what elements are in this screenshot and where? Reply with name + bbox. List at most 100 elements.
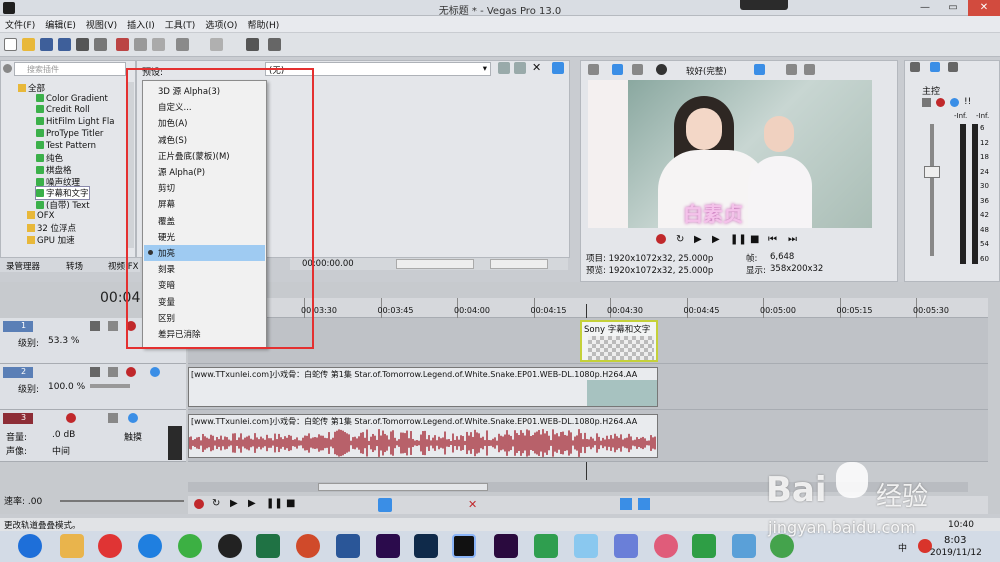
plugin-tree-item[interactable]: 全部 bbox=[18, 82, 45, 94]
app-icon-pinwheel[interactable] bbox=[654, 534, 678, 558]
menu-edit[interactable]: 编辑(E) bbox=[40, 16, 81, 31]
track-fx-icon[interactable] bbox=[108, 321, 118, 331]
loop-icon[interactable]: ↻ bbox=[676, 234, 684, 245]
rate-slider[interactable] bbox=[60, 500, 184, 502]
new-icon[interactable] bbox=[4, 38, 17, 51]
normal-edit-tool-icon[interactable] bbox=[378, 498, 392, 512]
play-from-start-icon[interactable]: ▶ bbox=[694, 234, 702, 245]
render-icon[interactable] bbox=[76, 38, 89, 51]
master-mute-icon[interactable] bbox=[950, 98, 959, 107]
stop-icon[interactable]: ■ bbox=[750, 234, 759, 245]
record-icon[interactable] bbox=[194, 499, 204, 509]
premiere-icon[interactable] bbox=[494, 534, 518, 558]
maximize-button[interactable]: ▭ bbox=[940, 0, 966, 16]
vegas-taskbar-icon[interactable] bbox=[452, 534, 476, 558]
plugin-tree-item[interactable]: Color Gradient bbox=[36, 93, 108, 104]
downmix-icon[interactable] bbox=[930, 62, 940, 72]
track-fx-icon[interactable] bbox=[108, 413, 118, 423]
plugin-tree-item[interactable]: Credit Roll bbox=[36, 105, 90, 115]
scroll-thumb[interactable] bbox=[318, 483, 488, 491]
menu-view[interactable]: 视图(V) bbox=[81, 16, 122, 31]
overlays-icon[interactable] bbox=[656, 64, 667, 75]
text-clip[interactable]: Sony 字幕和文字 bbox=[580, 320, 658, 362]
plugin-tree-item[interactable]: 棋盘格 bbox=[36, 164, 72, 176]
tool-icon[interactable] bbox=[268, 38, 281, 51]
dim-icon[interactable] bbox=[948, 62, 958, 72]
save-preset-icon[interactable] bbox=[498, 62, 510, 74]
track-fx-icon[interactable] bbox=[108, 367, 118, 377]
plugin-tree-item[interactable]: (自带) Text bbox=[36, 199, 90, 211]
trimmer-in-field[interactable] bbox=[396, 259, 474, 269]
trimmer-out-field[interactable] bbox=[490, 259, 548, 269]
grid-icon[interactable] bbox=[754, 64, 765, 75]
plugin-tree-item[interactable]: 纯色 bbox=[36, 152, 63, 164]
play-icon[interactable]: ▶ bbox=[248, 498, 256, 509]
pause-icon[interactable]: ❚❚ bbox=[266, 498, 283, 509]
track-level-value[interactable]: 53.3 % bbox=[48, 336, 79, 346]
cut-icon[interactable] bbox=[116, 38, 129, 51]
menu-file[interactable]: 文件(F) bbox=[0, 16, 40, 31]
video-clip[interactable]: [www.TTxunlei.com]小戏骨：白蛇传 第1集 Star.of.To… bbox=[188, 367, 658, 407]
brush-icon[interactable] bbox=[246, 38, 259, 51]
split-screen-icon[interactable] bbox=[632, 64, 643, 75]
plugin-tree-item[interactable]: OFX bbox=[27, 210, 54, 221]
open-icon[interactable] bbox=[22, 38, 35, 51]
close-icon[interactable]: ✕ bbox=[532, 62, 541, 74]
app-icon-check[interactable] bbox=[692, 534, 716, 558]
volume-value[interactable]: .0 dB bbox=[52, 430, 75, 440]
menu-options[interactable]: 选项(O) bbox=[200, 16, 242, 31]
play-from-start-icon[interactable]: ▶ bbox=[230, 498, 238, 509]
plugin-tree-item[interactable]: GPU 加速 bbox=[27, 234, 75, 246]
plugin-tree-item[interactable]: 字幕和文字 bbox=[35, 186, 90, 201]
master-fx-icon[interactable] bbox=[922, 98, 931, 107]
app-icon-bluebird[interactable] bbox=[574, 534, 598, 558]
automation-mode[interactable]: 触摸 bbox=[124, 430, 142, 443]
master-solo-icon[interactable]: !! bbox=[964, 97, 971, 107]
save-icon[interactable] bbox=[40, 38, 53, 51]
playback-rate[interactable]: 速率: .00 bbox=[4, 494, 42, 507]
stop-icon[interactable]: ■ bbox=[286, 498, 295, 509]
loop-icon[interactable]: ↻ bbox=[212, 498, 220, 509]
track-motion-icon[interactable] bbox=[90, 321, 100, 331]
powerpoint-icon[interactable] bbox=[296, 534, 320, 558]
redo-icon[interactable] bbox=[210, 38, 223, 51]
plugin-tree-item[interactable]: Test Pattern bbox=[36, 140, 96, 151]
kugou-icon[interactable] bbox=[138, 534, 162, 558]
track-motion-icon[interactable] bbox=[90, 367, 100, 377]
word-icon[interactable] bbox=[336, 534, 360, 558]
record-icon[interactable] bbox=[656, 234, 666, 244]
ime-language[interactable]: 中 bbox=[898, 541, 907, 554]
pause-icon[interactable]: ❚❚ bbox=[730, 234, 747, 245]
tab-transitions[interactable]: 转场 bbox=[66, 260, 83, 272]
master-settings-icon[interactable] bbox=[936, 98, 945, 107]
copy-icon[interactable] bbox=[134, 38, 147, 51]
tab-project-media[interactable]: 录管理器 bbox=[6, 260, 40, 272]
track-header-3[interactable]: 3 音量: .0 dB 声像: 中间 触摸 bbox=[0, 410, 186, 462]
close-button[interactable]: ✕ bbox=[968, 0, 1000, 16]
snapping-icon[interactable] bbox=[620, 498, 632, 510]
track-header-2[interactable]: 2 级别: 100.0 % bbox=[0, 364, 186, 410]
audio-clip[interactable]: [www.TTxunlei.com]小戏骨：白蛇传 第1集 Star.of.To… bbox=[188, 414, 658, 458]
toolbar-pin[interactable] bbox=[740, 0, 788, 10]
app-icon-feather[interactable] bbox=[614, 534, 638, 558]
pan-value[interactable]: 中间 bbox=[52, 444, 70, 457]
copy-snapshot-icon[interactable] bbox=[786, 64, 797, 75]
app-icon-green[interactable] bbox=[534, 534, 558, 558]
menu-insert[interactable]: 插入(I) bbox=[122, 16, 160, 31]
plugin-tree-item[interactable]: HitFilm Light Fla bbox=[36, 117, 114, 127]
preview-quality-select[interactable]: 较好(完整) bbox=[686, 65, 727, 77]
menu-help[interactable]: 帮助(H) bbox=[242, 16, 284, 31]
wechat-icon[interactable] bbox=[178, 534, 202, 558]
plugin-tree-item[interactable]: ProType Titler bbox=[36, 128, 103, 139]
auto-ripple-icon[interactable] bbox=[638, 498, 650, 510]
qq-icon[interactable] bbox=[218, 534, 242, 558]
play-icon[interactable]: ▶ bbox=[712, 234, 720, 245]
file-explorer-icon[interactable] bbox=[60, 534, 84, 558]
save-as-icon[interactable] bbox=[58, 38, 71, 51]
clock-date[interactable]: 2019/11/12 bbox=[930, 548, 982, 558]
go-end-icon[interactable]: ⏭ bbox=[788, 234, 797, 245]
mute-icon[interactable] bbox=[150, 367, 160, 377]
after-effects-icon[interactable] bbox=[376, 534, 400, 558]
properties-icon[interactable] bbox=[94, 38, 107, 51]
save-snapshot-icon[interactable] bbox=[804, 64, 815, 75]
